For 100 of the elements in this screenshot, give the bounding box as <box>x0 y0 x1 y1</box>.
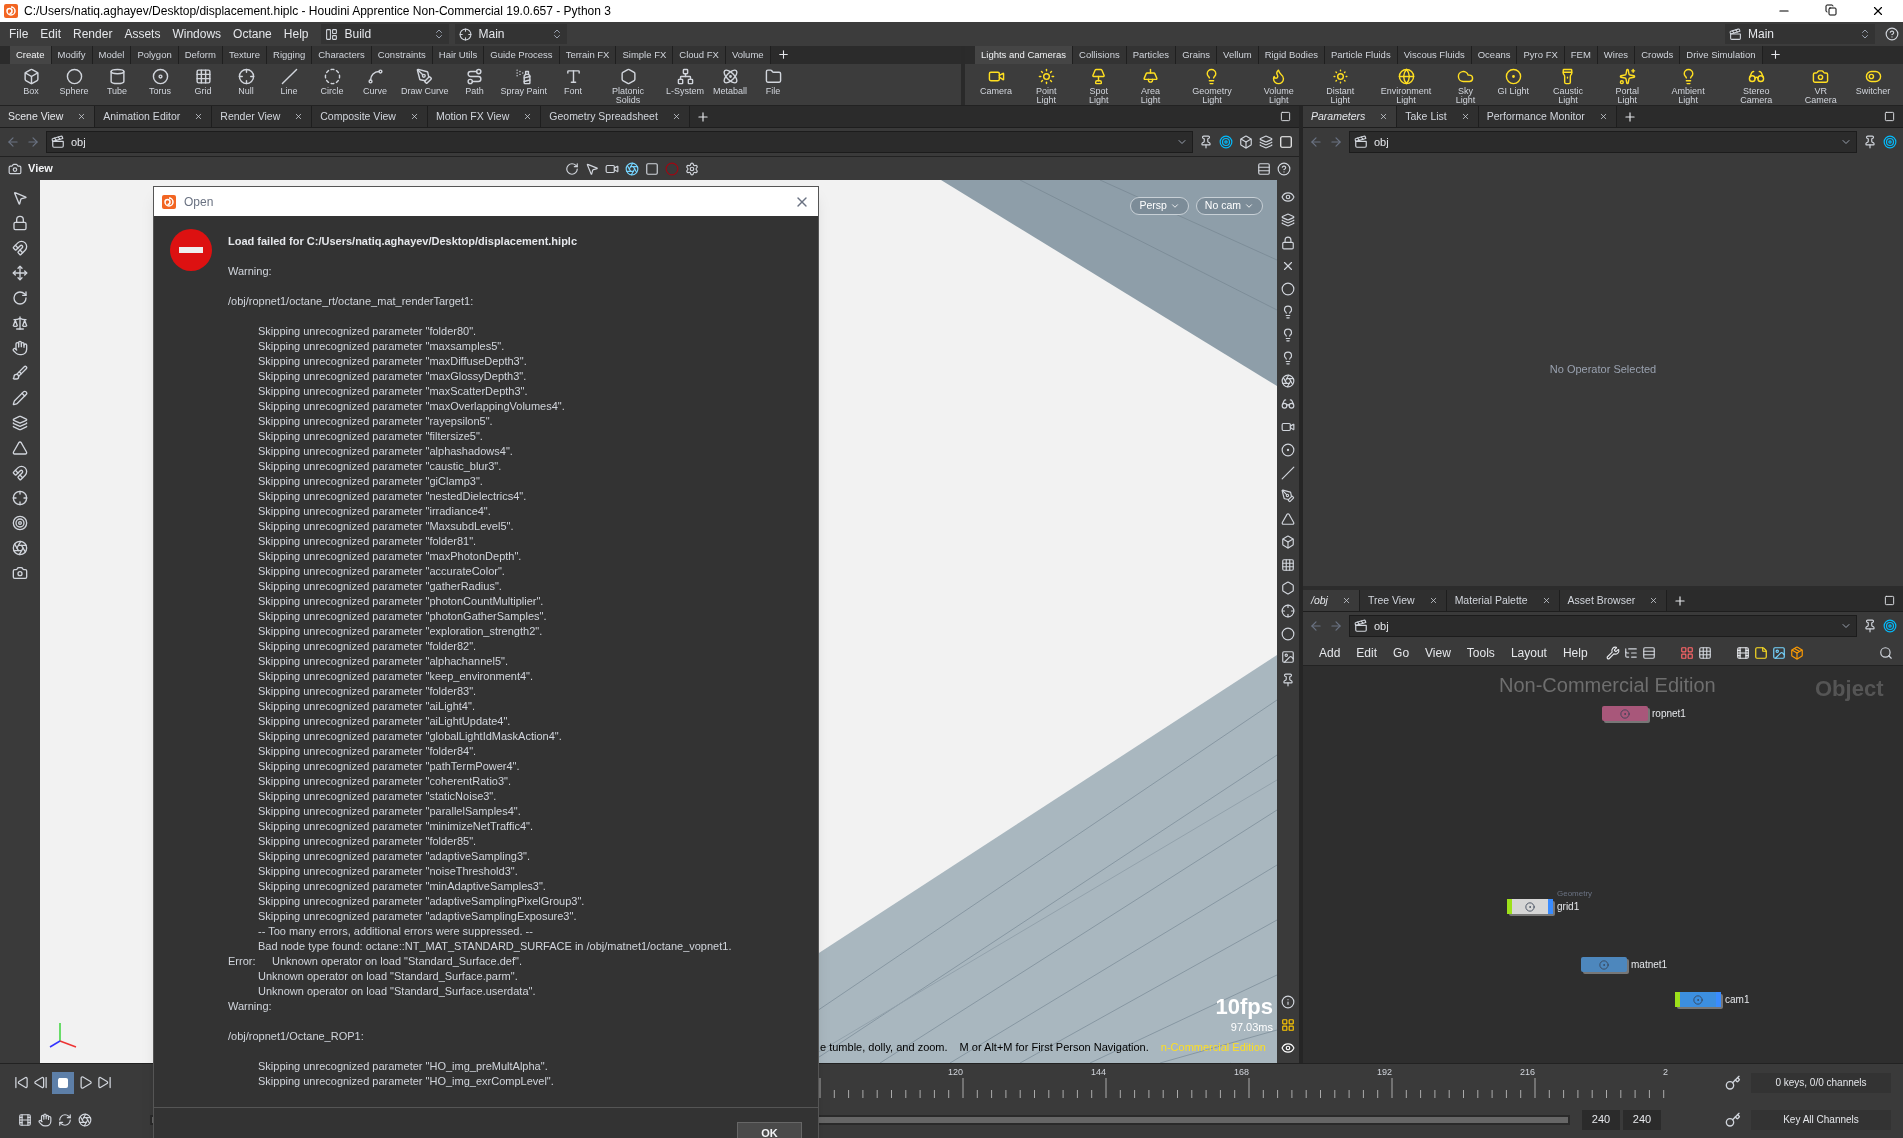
pane-tab[interactable]: Animation Editor <box>95 106 213 127</box>
shelf-tool[interactable]: Camera <box>979 67 1013 96</box>
crosshair-icon[interactable] <box>12 490 28 506</box>
shelf-tool[interactable]: Distant Light <box>1316 67 1364 105</box>
pane-tab[interactable]: Performance Monitor <box>1478 106 1617 127</box>
close-icon[interactable] <box>1428 596 1438 605</box>
pin-icon[interactable] <box>1199 135 1213 149</box>
frame-field[interactable]: 240 <box>1623 1109 1661 1130</box>
shelf-tool[interactable]: Area Light <box>1130 67 1170 105</box>
layout-grid-icon[interactable] <box>1281 1018 1295 1032</box>
shelf-tool[interactable]: Ambient Light <box>1661 67 1715 105</box>
hand-icon[interactable] <box>38 1112 52 1127</box>
rotate-icon[interactable] <box>12 290 28 306</box>
shelf-tool[interactable]: Tube <box>100 67 134 96</box>
shelf-tool[interactable]: Font <box>556 67 591 96</box>
layers-icon[interactable] <box>12 415 28 431</box>
shelf-tool[interactable]: Spray Paint <box>500 67 548 96</box>
maximize-icon[interactable] <box>1884 111 1895 122</box>
shelf-tab[interactable]: Characters <box>312 46 372 64</box>
shelf-tool[interactable]: Stereo Camera <box>1727 67 1786 105</box>
shelf-tool[interactable]: VR Camera <box>1798 67 1843 105</box>
first-frame-icon[interactable] <box>14 1075 29 1090</box>
shelf-tool[interactable]: Sky Light <box>1448 67 1484 105</box>
settings-icon[interactable] <box>684 161 699 176</box>
add-tab-icon[interactable] <box>695 109 710 124</box>
shelf-tab[interactable]: Grains <box>1176 46 1218 64</box>
key-icon[interactable] <box>1725 1111 1741 1128</box>
image-icon[interactable] <box>1281 650 1295 664</box>
shelf-tool[interactable]: Point Light <box>1026 67 1067 105</box>
shelf-tool[interactable]: Grid <box>186 67 220 96</box>
grid-icon[interactable] <box>1281 558 1295 572</box>
rotate-icon[interactable] <box>564 161 579 176</box>
close-icon[interactable] <box>409 112 419 121</box>
shelf-tab[interactable]: Lights and Cameras <box>975 46 1074 64</box>
camera-icon[interactable] <box>1281 420 1295 434</box>
shelf-tab[interactable]: FEM <box>1564 46 1598 64</box>
close-icon[interactable] <box>1460 112 1470 121</box>
shelf-tab[interactable]: Vellum <box>1217 46 1259 64</box>
bulb-icon[interactable] <box>1281 305 1295 319</box>
shelf-tab[interactable]: Deform <box>178 46 223 64</box>
key-all-button[interactable]: Key All Channels <box>1751 1109 1891 1130</box>
view-selector[interactable]: Main <box>455 24 568 44</box>
shelf-tab[interactable]: Drive Simulation <box>1680 46 1763 64</box>
shelf-tab[interactable]: Rigid Bodies <box>1258 46 1325 64</box>
shelf-tab[interactable]: Create <box>10 46 52 64</box>
desktop-selector[interactable]: Build <box>321 24 450 44</box>
tree-icon[interactable] <box>1623 645 1638 660</box>
shelf-tool[interactable]: Platonic Solids <box>599 67 658 105</box>
shelf-tab[interactable]: Model <box>92 46 132 64</box>
network-node[interactable] <box>1675 992 1721 1007</box>
path-field[interactable]: obj <box>1349 131 1857 153</box>
shelf-tab[interactable]: Modify <box>51 46 93 64</box>
eye-icon[interactable] <box>1281 1041 1295 1055</box>
rows-icon[interactable] <box>1257 161 1271 176</box>
pane-tab[interactable]: Take List <box>1397 106 1479 127</box>
shelf-tool[interactable]: Curve <box>358 67 392 96</box>
network-node[interactable] <box>1581 957 1627 972</box>
path-field[interactable]: obj <box>46 131 1193 153</box>
menu-item[interactable]: Add <box>1313 643 1347 662</box>
shelf-tool[interactable]: Null <box>229 67 263 96</box>
pointer-icon[interactable] <box>12 190 28 206</box>
shelf-tool[interactable]: L-System <box>666 67 705 96</box>
search-icon[interactable] <box>1879 645 1893 660</box>
add-tab-icon[interactable] <box>1768 48 1782 62</box>
shelf-tool[interactable]: Box <box>14 67 48 96</box>
network-node[interactable] <box>1507 899 1553 914</box>
shelf-tool[interactable]: Volume Light <box>1253 67 1304 105</box>
line-icon[interactable] <box>1281 466 1295 480</box>
target-icon[interactable] <box>12 515 28 531</box>
film-icon[interactable] <box>1735 645 1750 660</box>
box-icon[interactable] <box>1789 645 1804 660</box>
aperture-icon[interactable] <box>12 540 28 556</box>
close-icon[interactable] <box>1871 4 1885 18</box>
shelf-tab[interactable]: Volume <box>725 46 771 64</box>
triangle-icon[interactable] <box>1281 512 1295 526</box>
shelf-tab[interactable]: Terrain FX <box>559 46 617 64</box>
pane-tab[interactable]: Parameters <box>1303 106 1398 127</box>
shelf-tool[interactable]: Torus <box>143 67 177 96</box>
magnet-icon[interactable] <box>12 465 28 481</box>
pane-tab[interactable]: Scene View <box>0 106 96 127</box>
step-back-icon[interactable] <box>33 1075 48 1090</box>
square-icon[interactable] <box>1279 135 1293 149</box>
pencil-icon[interactable] <box>12 390 28 406</box>
pane-tab[interactable]: Geometry Spreadsheet <box>541 106 690 127</box>
brush-icon[interactable] <box>12 365 28 381</box>
layers-icon[interactable] <box>1281 213 1295 227</box>
loop-icon[interactable] <box>58 1112 72 1127</box>
menu-item[interactable]: Assets <box>119 25 166 43</box>
color-grid-icon[interactable] <box>1679 645 1694 660</box>
menu-item[interactable]: Help <box>1556 643 1594 662</box>
camera-icon[interactable] <box>12 565 28 581</box>
pin-icon[interactable] <box>1281 673 1295 687</box>
target-icon[interactable] <box>1883 619 1897 633</box>
info-icon[interactable] <box>1281 995 1295 1009</box>
key-icon[interactable] <box>1725 1074 1741 1091</box>
help-icon[interactable] <box>1885 27 1899 41</box>
add-tab-icon[interactable] <box>1622 109 1637 124</box>
pane-tab[interactable]: Motion FX View <box>427 106 542 127</box>
pane-tab[interactable]: Tree View <box>1359 590 1447 611</box>
menu-item[interactable]: File <box>4 25 34 43</box>
